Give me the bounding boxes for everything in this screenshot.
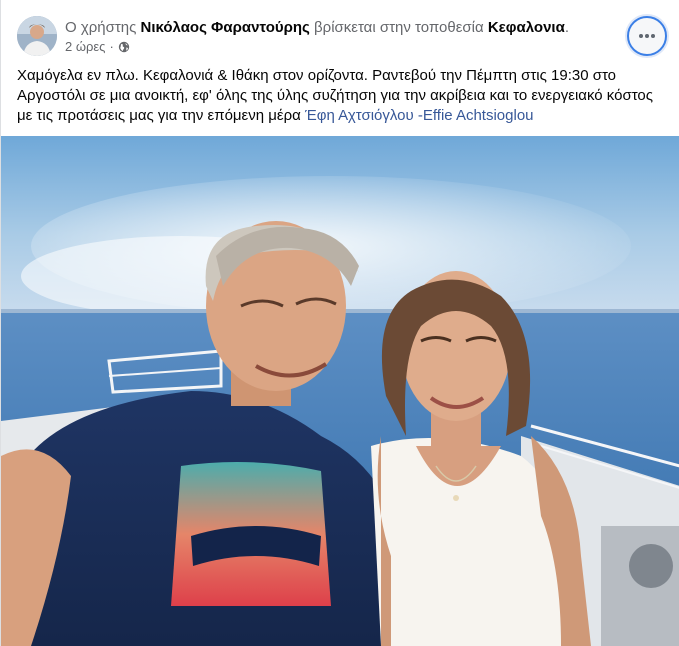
mention-link[interactable]: Έφη Αχτσιόγλου -Effie Achtsioglou (305, 107, 534, 124)
location-prefix: βρίσκεται στην τοποθεσία (314, 19, 484, 36)
globe-icon[interactable] (118, 41, 130, 53)
author-name-link[interactable]: Νικόλαος Φαραντούρης (141, 19, 310, 36)
author-prefix: Ο χρήστης (65, 19, 137, 36)
meta-separator: · (109, 39, 114, 54)
author-line: Ο χρήστης Νικόλαος Φαραντούρης βρίσκεται… (65, 18, 569, 38)
post-card: Ο χρήστης Νικόλαος Φαραντούρης βρίσκεται… (0, 0, 679, 646)
post-timestamp[interactable]: 2 ώρες (65, 39, 105, 55)
location-suffix: . (564, 19, 569, 36)
author-avatar[interactable] (17, 16, 57, 56)
more-options-icon (639, 34, 655, 38)
post-photo[interactable] (1, 136, 679, 646)
post-message: Χαμόγελα εν πλω. Κεφαλονιά & Ιθάκη στον … (17, 66, 667, 126)
post-meta: 2 ώρες · (65, 39, 130, 55)
location-link[interactable]: Κεφαλονια (488, 19, 565, 36)
post-header: Ο χρήστης Νικόλαος Φαραντούρης βρίσκεται… (17, 16, 667, 60)
more-options-button[interactable] (627, 16, 667, 56)
